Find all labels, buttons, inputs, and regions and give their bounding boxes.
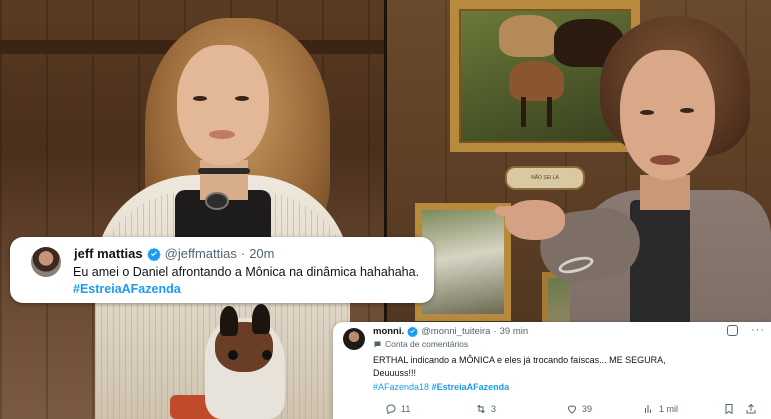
tweet-card-jeff[interactable]: jeff mattias @jeffmattias · 20m Eu amei … (10, 237, 434, 303)
timestamp[interactable]: 20m (249, 246, 274, 261)
community-icon (374, 341, 381, 347)
community-label-text: Conta de comentários (385, 339, 469, 349)
choker-necklace (198, 168, 250, 174)
community-label[interactable]: Conta de comentários (373, 339, 468, 349)
hashtags: #AFazenda18 #EstreiaAFazenda (373, 382, 509, 392)
foal-figure (509, 61, 564, 101)
horse-leg (547, 97, 552, 127)
woman-eye (235, 96, 249, 101)
verified-badge-icon (407, 326, 418, 337)
handle[interactable]: @jeffmattias (165, 246, 237, 261)
view-count: 1 mil (659, 404, 679, 414)
verified-badge-icon (146, 247, 161, 261)
retweet-count: 3 (491, 404, 497, 414)
like-button[interactable]: 39 (566, 403, 592, 415)
man-neck (640, 175, 690, 210)
hashtag-link[interactable]: #EstreiaAFazenda (73, 282, 181, 296)
reply-count: 11 (401, 404, 411, 414)
avatar[interactable] (31, 247, 61, 277)
share-button[interactable] (745, 403, 757, 415)
display-name[interactable]: monni. (373, 326, 404, 337)
tweet-header: jeff mattias @jeffmattias · 20m (74, 246, 275, 261)
toy-horse-ear (220, 306, 238, 336)
avatar[interactable] (343, 328, 365, 350)
woman-eye (193, 96, 207, 101)
tweet-header: monni. @monni_tuiteira · 39 min (373, 326, 528, 337)
separator: · (493, 326, 497, 337)
plaque-text: NÃO SEI LÁ (531, 175, 559, 181)
handle[interactable]: @monni_tuiteira (421, 326, 490, 337)
heart-icon (567, 405, 577, 414)
timestamp[interactable]: 39 min (500, 326, 529, 337)
toy-horse-ear (252, 304, 270, 334)
horse-leg (521, 97, 526, 127)
bookmark-button[interactable] (723, 403, 735, 415)
bookmark-icon (725, 404, 733, 415)
views-icon (645, 405, 651, 413)
views-button[interactable]: 1 mil (643, 403, 678, 415)
man-shirt (630, 200, 690, 340)
man-mouth (650, 155, 680, 165)
retweet-icon (477, 404, 485, 414)
tweet-text-line1: ERTHAL indicando a MÔNICA e eles já troc… (373, 355, 666, 365)
toy-horse-eye (228, 350, 238, 360)
wall-plaque: NÃO SEI LÁ (505, 166, 585, 190)
hashtag-link[interactable]: #AFazenda18 (373, 382, 429, 392)
more-options-icon[interactable]: ··· (751, 324, 765, 336)
reply-icon (386, 404, 396, 415)
display-name[interactable]: jeff mattias (74, 246, 143, 261)
retweet-button[interactable]: 3 (475, 403, 496, 415)
woman-lips (209, 130, 235, 139)
horse-figure (499, 15, 559, 57)
grok-icon[interactable] (727, 325, 738, 336)
man-eye (680, 108, 694, 113)
tweet-text: Eu amei o Daniel afrontando a Mônica na … (73, 265, 420, 279)
toy-horse-eye (262, 350, 272, 360)
tweet-text-line2: Deuuuss!!! (373, 368, 417, 378)
man-eye (640, 110, 654, 115)
pendant (205, 192, 229, 210)
reply-button[interactable]: 11 (385, 403, 410, 415)
share-icon (746, 403, 756, 414)
woman-face (177, 45, 269, 165)
hashtag-link[interactable]: #EstreiaAFazenda (432, 382, 510, 392)
separator: · (240, 246, 246, 261)
man-pointing-finger (495, 206, 523, 216)
like-count: 39 (582, 404, 593, 414)
tweet-card-monni[interactable]: monni. @monni_tuiteira · 39 min ··· Cont… (333, 322, 771, 419)
